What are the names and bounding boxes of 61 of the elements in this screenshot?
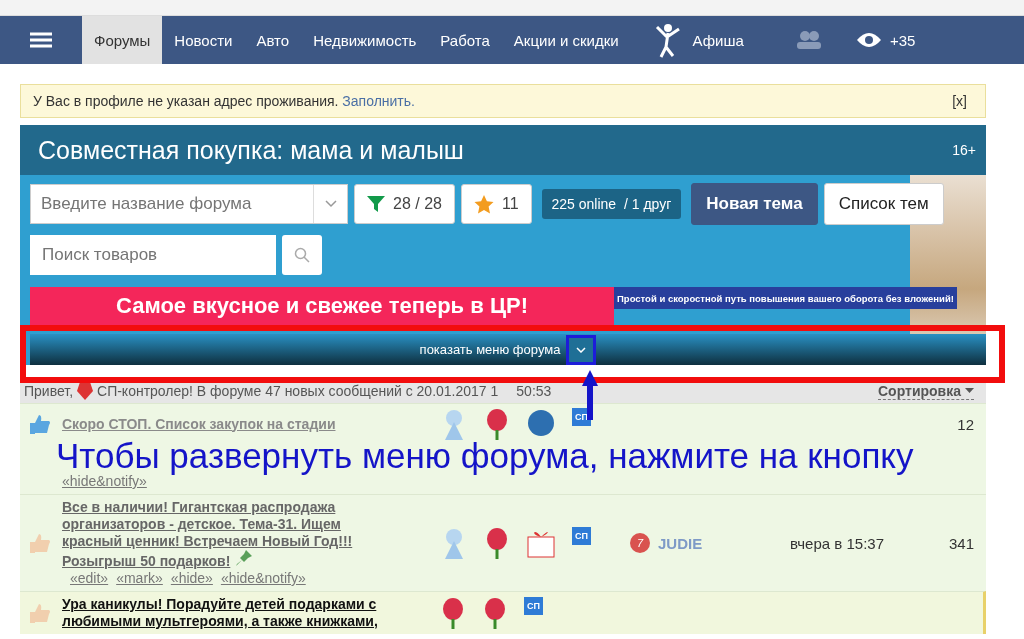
greeting-time: 50:53 bbox=[516, 383, 552, 399]
user-level-badge: 7 bbox=[630, 533, 650, 553]
sort-button[interactable]: Сортировка bbox=[878, 382, 974, 400]
topic-time: вчера в 15:37 bbox=[790, 534, 885, 552]
topic-action-link[interactable]: «hide&notify» bbox=[220, 570, 306, 586]
nav-link[interactable]: Афиша bbox=[630, 16, 756, 64]
new-topic-button[interactable]: Новая тема bbox=[691, 183, 818, 225]
online-badge: 225 online / 1 друг bbox=[541, 189, 682, 219]
age-rating: 16+ bbox=[952, 142, 976, 158]
forum-select[interactable]: Введите название форума bbox=[30, 184, 348, 224]
thumbs-up-icon bbox=[28, 532, 52, 554]
topic-count: 12 bbox=[956, 415, 975, 433]
forum-title: Совместная покупка: мама и малыш bbox=[38, 135, 464, 165]
menu-icon bbox=[30, 32, 52, 48]
topic-action-link[interactable]: «edit» bbox=[70, 570, 109, 586]
sp-badge: СП bbox=[572, 408, 591, 426]
rose-icon bbox=[484, 408, 510, 440]
thumbs-up-icon bbox=[28, 602, 52, 624]
chevron-icon bbox=[576, 346, 587, 353]
banner-ad[interactable]: Простой и скоростной путь повышения вашего оборота без вложений! bbox=[614, 287, 957, 309]
funnel-icon bbox=[367, 196, 385, 212]
menu-toggle-bar[interactable]: показать меню форума bbox=[30, 334, 986, 365]
close-button[interactable]: [x] bbox=[946, 92, 973, 110]
filter-button[interactable]: 28 / 28 bbox=[354, 184, 455, 224]
topic-count: 341 bbox=[947, 534, 975, 552]
expand-button[interactable] bbox=[566, 334, 597, 365]
nav-link[interactable]: Форумы bbox=[82, 16, 163, 64]
nav-link[interactable]: Работа bbox=[428, 16, 502, 64]
rose-icon bbox=[440, 597, 466, 629]
eye-icon bbox=[855, 32, 882, 48]
topic-title[interactable]: Все в наличии! Гигантская распродажа организаторов - детское. Тема-31. Ищем красный ценник! Встречаем Новый Год!!! Розыгрыш 50 подарков! «edit» «mark» «hide» «hide&notify» bbox=[62, 499, 440, 587]
topic-action-link[interactable]: «hide» bbox=[170, 570, 213, 586]
goods-search-field[interactable]: Поиск товаров bbox=[30, 235, 276, 275]
caret-icon bbox=[965, 388, 974, 393]
sp-badge: СП bbox=[572, 527, 591, 545]
topic-list-button[interactable]: Список тем bbox=[823, 183, 944, 225]
topic-action-link[interactable]: «mark» bbox=[116, 570, 163, 586]
greeting-text: Привет, bbox=[24, 383, 74, 399]
nav-link[interactable]: Недвижимость bbox=[301, 16, 429, 64]
caret-icon bbox=[324, 200, 337, 208]
star-icon bbox=[473, 194, 494, 214]
menu-toggle-label: показать меню форума bbox=[419, 342, 561, 357]
sp-badge: СП bbox=[524, 597, 543, 615]
banner-ad[interactable]: Самое вкусное и свежее теперь в ЦР! bbox=[30, 287, 614, 325]
nav-link[interactable]: Авто bbox=[244, 16, 302, 64]
rose-icon bbox=[484, 527, 510, 559]
greeting-text: СП-контролер! В форуме 47 новых сообщений с 20.01.2017 1 bbox=[97, 383, 499, 399]
fill-in-link[interactable]: Заполнить. bbox=[342, 93, 415, 109]
favorites-button[interactable]: 11 bbox=[460, 184, 532, 224]
search-icon bbox=[294, 247, 310, 263]
topic-action-link[interactable]: «hide&notify» bbox=[62, 473, 147, 489]
views-counter[interactable]: +35 bbox=[843, 16, 928, 64]
notice-text: У Вас в профиле не указан адрес проживания. Заполнить. bbox=[33, 93, 415, 109]
people-icon bbox=[795, 31, 822, 49]
search-button[interactable] bbox=[282, 235, 322, 275]
topic-title[interactable]: Ура каникулы! Порадуйте детей подарками с любимыми мультгероями, а также книжками, bbox=[62, 596, 440, 630]
badge-icon bbox=[77, 382, 94, 400]
nav-link[interactable]: Акции и скидки bbox=[501, 16, 631, 64]
rose-icon bbox=[482, 597, 508, 629]
nav-link[interactable]: Новости bbox=[162, 16, 245, 64]
forum-search-field[interactable]: Введите название форума bbox=[31, 185, 313, 223]
